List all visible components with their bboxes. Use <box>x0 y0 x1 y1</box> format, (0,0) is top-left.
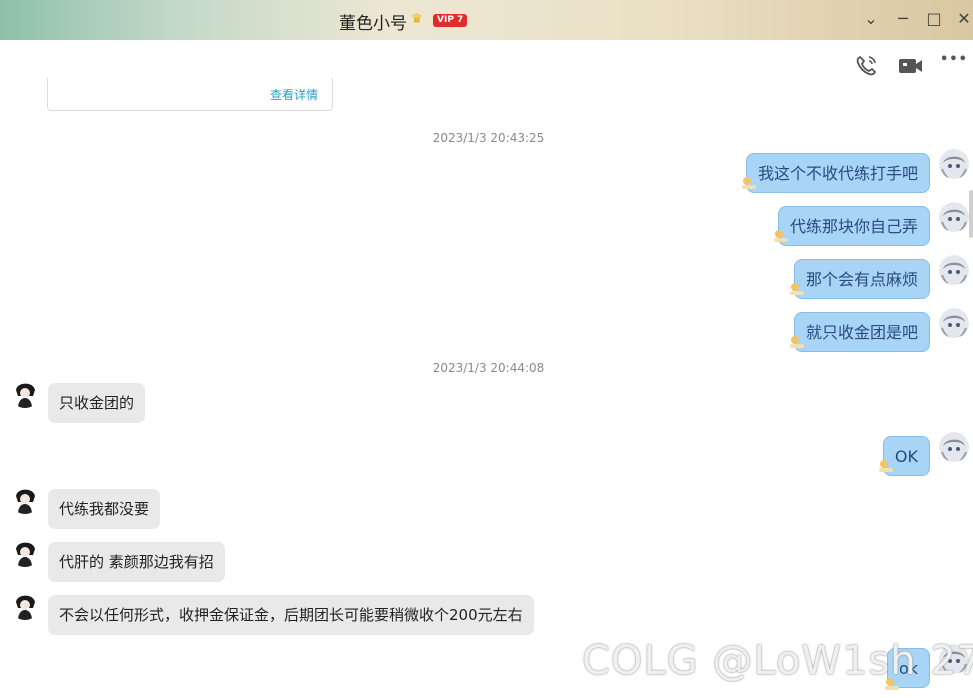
bubble-deco-icon <box>774 230 788 242</box>
peer-message-bubble[interactable]: 不会以任何形式，收押金保证金，后期团长可能要稍微收个200元左右 <box>48 595 534 635</box>
avatar[interactable] <box>939 255 969 285</box>
bubble-deco-icon <box>879 460 893 472</box>
timestamp: 2023/1/3 20:43:25 <box>432 131 545 145</box>
close-button[interactable]: ✕ <box>954 10 973 28</box>
maximize-button[interactable]: □ <box>924 10 944 28</box>
timestamp: 2023/1/3 20:44:08 <box>432 361 545 375</box>
avatar[interactable] <box>10 484 40 514</box>
avatar[interactable] <box>10 378 40 408</box>
watermark: COLG @LoW1sh 27 <box>582 638 973 684</box>
avatar[interactable] <box>939 308 969 338</box>
bubble-deco-icon <box>790 336 804 348</box>
self-message-bubble[interactable]: 那个会有点麻烦 <box>793 259 930 299</box>
bubble-deco-icon <box>742 177 756 189</box>
avatar[interactable] <box>939 149 969 179</box>
avatar[interactable] <box>939 432 969 462</box>
peer-message-bubble[interactable]: 只收金团的 <box>48 383 146 423</box>
avatar[interactable] <box>10 590 40 620</box>
voice-call-icon[interactable] <box>854 54 882 78</box>
vip-badge: VIP 7 <box>433 14 468 27</box>
title-bar: 董色小号 ♛ VIP 7 ⌄ ─ □ ✕ <box>0 0 973 40</box>
crown-icon: ♛ <box>411 12 423 27</box>
more-icon[interactable]: ••• <box>940 52 968 76</box>
window-title: 董色小号 <box>339 14 407 34</box>
peer-message-bubble[interactable]: 代肝的 素颜那边我有招 <box>48 542 225 582</box>
self-message-bubble[interactable]: 我这个不收代练打手吧 <box>745 153 930 193</box>
self-message-bubble[interactable]: 代练那块你自己弄 <box>777 206 930 246</box>
minimize-button[interactable]: ─ <box>893 10 913 28</box>
bubble-deco-icon <box>790 283 804 295</box>
video-call-icon[interactable] <box>897 54 925 78</box>
chevron-down-icon[interactable]: ⌄ <box>861 10 881 28</box>
self-message-bubble[interactable]: 就只收金团是吧 <box>793 312 930 352</box>
view-details-link[interactable]: 查看详情 <box>270 86 318 103</box>
info-card: 查看详情 <box>47 78 333 111</box>
avatar[interactable] <box>10 537 40 567</box>
scrollbar[interactable] <box>969 190 973 238</box>
avatar[interactable] <box>939 202 969 232</box>
peer-message-bubble[interactable]: 代练我都没要 <box>48 489 161 529</box>
